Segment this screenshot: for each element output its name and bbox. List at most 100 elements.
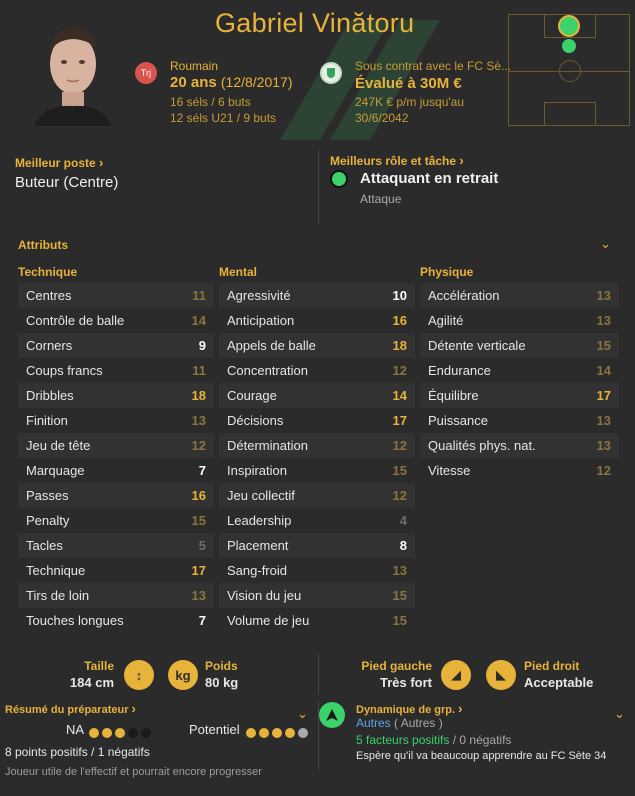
attribute-row[interactable]: Placement 8 bbox=[219, 533, 415, 558]
star-dot bbox=[128, 728, 138, 738]
attribute-name: Détente verticale bbox=[428, 338, 526, 353]
weight-icon: kg bbox=[168, 660, 198, 690]
attribute-row[interactable]: Détermination 12 bbox=[219, 433, 415, 458]
dynamics-negatives: 0 négatifs bbox=[459, 733, 512, 747]
attribute-row[interactable]: Accélération 13 bbox=[420, 283, 619, 308]
mental-heading: Mental bbox=[219, 265, 258, 279]
attributes-title: Attributs bbox=[18, 238, 68, 252]
attribute-name: Vision du jeu bbox=[227, 588, 302, 603]
section-divider bbox=[318, 655, 319, 695]
nationality-flag-icon: Trj bbox=[135, 62, 157, 84]
left-foot-label: Pied gauche bbox=[361, 659, 432, 673]
attribute-value: 16 bbox=[191, 488, 206, 503]
star-dot bbox=[259, 728, 269, 738]
nationality-label: Roumain bbox=[170, 59, 219, 73]
attribute-row[interactable]: Touches longues 7 bbox=[18, 608, 214, 633]
attribute-row[interactable]: Inspiration 15 bbox=[219, 458, 415, 483]
attribute-value: 18 bbox=[392, 338, 407, 353]
attribute-name: Placement bbox=[227, 538, 289, 553]
attribute-row[interactable]: Agilité 13 bbox=[420, 308, 619, 333]
attribute-name: Endurance bbox=[428, 363, 491, 378]
ca-stars bbox=[86, 725, 151, 743]
attribute-row[interactable]: Passes 16 bbox=[18, 483, 214, 508]
attribute-name: Vitesse bbox=[428, 463, 471, 478]
attribute-name: Volume de jeu bbox=[227, 613, 310, 628]
attribute-row[interactable]: Concentration 12 bbox=[219, 358, 415, 383]
attribute-value: 13 bbox=[191, 588, 206, 603]
attribute-name: Jeu de tête bbox=[26, 438, 91, 453]
attribute-row[interactable]: Tacles 5 bbox=[18, 533, 214, 558]
dynamics-group-row: Autres ( Autres ) bbox=[356, 716, 443, 730]
attribute-row[interactable]: Corners 9 bbox=[18, 333, 214, 358]
center-circle bbox=[559, 60, 581, 82]
attribute-row[interactable]: Penalty 15 bbox=[18, 508, 214, 533]
best-role-header[interactable]: Meilleurs rôle et tâche › bbox=[330, 153, 464, 168]
attribute-row[interactable]: Volume de jeu 15 bbox=[219, 608, 415, 633]
attribute-row[interactable]: Jeu collectif 12 bbox=[219, 483, 415, 508]
attribute-row[interactable]: Détente verticale 15 bbox=[420, 333, 619, 358]
star-dot bbox=[141, 728, 151, 738]
chevron-down-icon[interactable]: ⌄ bbox=[600, 236, 611, 252]
height-label: Taille bbox=[84, 659, 114, 673]
attribute-row[interactable]: Tirs de loin 13 bbox=[18, 583, 214, 608]
right-foot-value: Acceptable bbox=[524, 675, 594, 690]
attribute-name: Inspiration bbox=[227, 463, 287, 478]
attribute-row[interactable]: Sang-froid 13 bbox=[219, 558, 415, 583]
attribute-row[interactable]: Marquage 7 bbox=[18, 458, 214, 483]
attribute-row[interactable]: Décisions 17 bbox=[219, 408, 415, 433]
u21-caps-value: 12 séls U21 / 9 buts bbox=[170, 111, 277, 125]
coach-report-header[interactable]: Résumé du préparateur › bbox=[5, 701, 136, 716]
contract-label[interactable]: Sous contrat avec le FC Sè... bbox=[355, 59, 511, 73]
attribute-name: Sang-froid bbox=[227, 563, 287, 578]
attribute-name: Touches longues bbox=[26, 613, 124, 628]
attribute-name: Jeu collectif bbox=[227, 488, 295, 503]
attribute-value: 11 bbox=[192, 288, 206, 303]
attribute-name: Anticipation bbox=[227, 313, 295, 328]
attribute-row[interactable]: Contrôle de balle 14 bbox=[18, 308, 214, 333]
attribute-row[interactable]: Dribbles 18 bbox=[18, 383, 214, 408]
attribute-row[interactable]: Coups francs 11 bbox=[18, 358, 214, 383]
attribute-row[interactable]: Centres 11 bbox=[18, 283, 214, 308]
attribute-row[interactable]: Qualités phys. nat. 13 bbox=[420, 433, 619, 458]
attribute-name: Coups francs bbox=[26, 363, 103, 378]
dynamics-group[interactable]: Autres bbox=[356, 716, 391, 730]
player-portrait bbox=[34, 16, 112, 126]
attribute-value: 18 bbox=[191, 388, 206, 403]
attribute-row[interactable]: Technique 17 bbox=[18, 558, 214, 583]
star-dot bbox=[298, 728, 308, 738]
best-position-header[interactable]: Meilleur poste › bbox=[15, 155, 103, 170]
attribute-name: Centres bbox=[26, 288, 72, 303]
attribute-row[interactable]: Jeu de tête 12 bbox=[18, 433, 214, 458]
attribute-value: 13 bbox=[596, 313, 611, 328]
attribute-row[interactable]: Endurance 14 bbox=[420, 358, 619, 383]
attribute-row[interactable]: Équilibre 17 bbox=[420, 383, 619, 408]
attribute-row[interactable]: Finition 13 bbox=[18, 408, 214, 433]
attribute-value: 13 bbox=[596, 438, 611, 453]
caps-value: 16 séls / 6 buts bbox=[170, 95, 251, 109]
attribute-name: Appels de balle bbox=[227, 338, 316, 353]
attribute-value: 12 bbox=[392, 488, 407, 503]
attribute-row[interactable]: Vision du jeu 15 bbox=[219, 583, 415, 608]
best-position-label: Meilleur poste bbox=[15, 156, 96, 170]
dynamics-group-sub: ( Autres ) bbox=[394, 716, 443, 730]
attribute-row[interactable]: Appels de balle 18 bbox=[219, 333, 415, 358]
attribute-value: 16 bbox=[392, 313, 407, 328]
attribute-value: 12 bbox=[191, 438, 206, 453]
attribute-row[interactable]: Vitesse 12 bbox=[420, 458, 619, 483]
attribute-row[interactable]: Leadership 4 bbox=[219, 508, 415, 533]
chevron-down-icon[interactable]: ⌄ bbox=[297, 706, 308, 722]
wage-label: 247K € p/m jusqu'au bbox=[355, 95, 465, 109]
dynamics-header[interactable]: Dynamique de grp. › bbox=[356, 701, 462, 716]
attribute-row[interactable]: Courage 14 bbox=[219, 383, 415, 408]
chevron-down-icon[interactable]: ⌄ bbox=[614, 706, 625, 722]
attribute-name: Finition bbox=[26, 413, 68, 428]
position-pitch[interactable] bbox=[508, 14, 630, 126]
attribute-value: 14 bbox=[191, 313, 206, 328]
attribute-name: Agressivité bbox=[227, 288, 291, 303]
attribute-row[interactable]: Puissance 13 bbox=[420, 408, 619, 433]
attribute-row[interactable]: Anticipation 16 bbox=[219, 308, 415, 333]
attribute-value: 17 bbox=[191, 563, 206, 578]
coach-summary: Joueur utile de l'effectif et pourrait e… bbox=[5, 766, 262, 778]
ca-label: NA bbox=[66, 722, 85, 737]
attribute-row[interactable]: Agressivité 10 bbox=[219, 283, 415, 308]
